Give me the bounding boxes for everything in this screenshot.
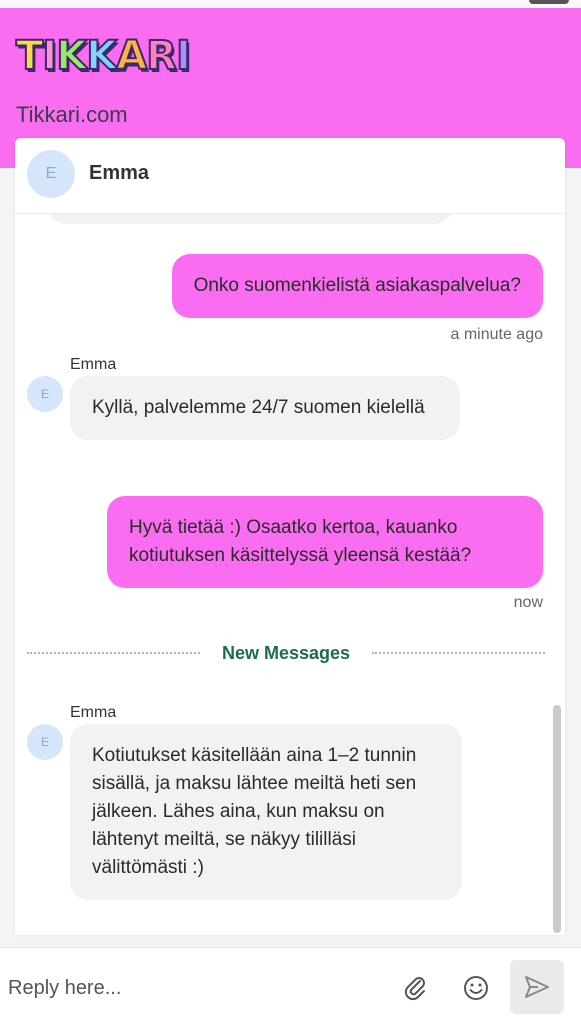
message-timestamp: a minute ago bbox=[450, 326, 543, 343]
smiley-icon[interactable] bbox=[456, 968, 496, 1008]
agent-avatar: E bbox=[27, 150, 75, 198]
send-button[interactable] bbox=[510, 960, 564, 1014]
message-text: Kyllä, palvelemme 24/7 suomen kielellä bbox=[92, 397, 425, 418]
message-timestamp: now bbox=[513, 594, 543, 611]
divider-line bbox=[372, 652, 546, 654]
window-corner-tab bbox=[529, 0, 569, 4]
chat-scrollbar[interactable] bbox=[553, 705, 561, 933]
message-text: Onko suomenkielistä asiakaspalvelua? bbox=[193, 275, 521, 296]
message-text: Hyvä tietää :) Osaatko kertoa, kauanko k… bbox=[129, 517, 472, 566]
send-icon bbox=[525, 976, 549, 998]
outgoing-message: Onko suomenkielistä asiakaspalvelua? bbox=[171, 254, 543, 318]
agent-name: Emma bbox=[89, 162, 150, 184]
new-messages-divider: New Messages bbox=[27, 642, 546, 663]
incoming-message: Kyllä, palvelemme 24/7 suomen kielellä bbox=[70, 376, 460, 440]
incoming-message: Kotiutukset käsitellään aina 1–2 tunnin … bbox=[70, 724, 462, 900]
site-name: Tikkari.com bbox=[16, 102, 128, 127]
message-text: Kotiutukset käsitellään aina 1–2 tunnin … bbox=[92, 745, 417, 878]
sender-name: Emma bbox=[70, 704, 117, 721]
reply-bar bbox=[0, 947, 581, 1024]
tikkari-logo: TIKKARI bbox=[15, 32, 192, 80]
paperclip-icon[interactable] bbox=[396, 968, 436, 1008]
chat-window: E Emma Onko suomenkielistä asiakaspalvel… bbox=[15, 138, 565, 935]
agent-avatar-small: E bbox=[27, 724, 63, 760]
reply-input[interactable] bbox=[8, 970, 378, 1006]
sender-name: Emma bbox=[70, 356, 117, 373]
outgoing-message: Hyvä tietää :) Osaatko kertoa, kauanko k… bbox=[107, 496, 543, 588]
agent-avatar-small: E bbox=[27, 376, 63, 412]
window-top-edge bbox=[0, 0, 581, 8]
agent-header: E Emma bbox=[15, 138, 565, 214]
new-messages-label: New Messages bbox=[221, 642, 351, 663]
divider-line bbox=[27, 652, 200, 654]
